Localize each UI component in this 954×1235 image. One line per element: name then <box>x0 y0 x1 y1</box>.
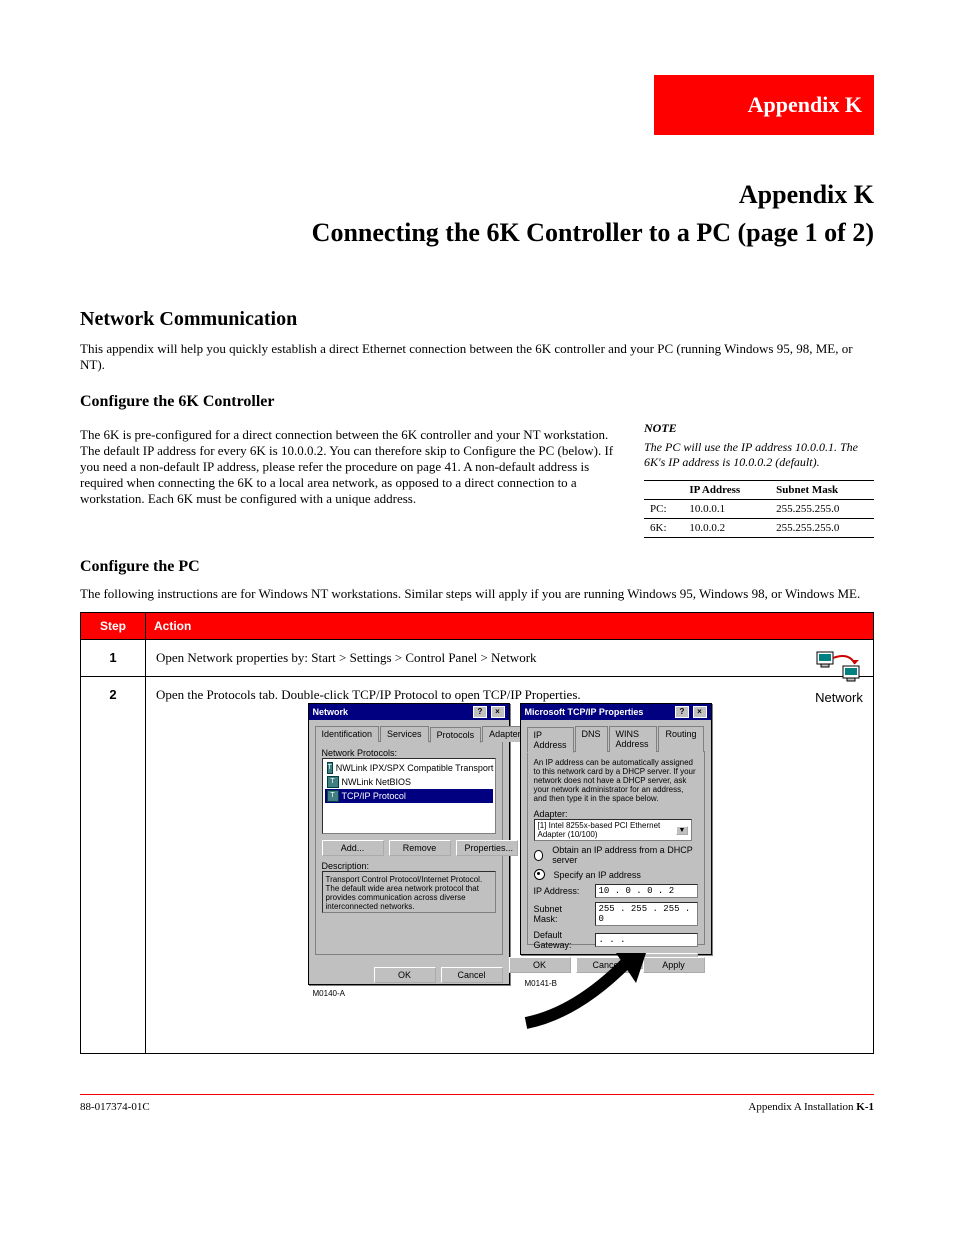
cancel-button[interactable]: Cancel <box>441 967 503 983</box>
tab-identification[interactable]: Identification <box>315 726 380 742</box>
configure-pc-body: The following instructions are for Windo… <box>80 586 874 602</box>
tcpip-dialog: Microsoft TCP/IP Properties ? × IP Addre… <box>520 703 712 955</box>
radio-dhcp-label: Obtain an IP address from a DHCP server <box>552 845 697 865</box>
addr-row-pc-label: PC: <box>644 500 683 519</box>
page-title: Connecting the 6K Controller to a PC (pa… <box>80 218 874 248</box>
step-2-num: 2 <box>81 677 146 1054</box>
help-icon[interactable]: ? <box>473 706 487 718</box>
addr-row-6k-ip: 10.0.0.2 <box>683 519 770 538</box>
apply-button[interactable]: Apply <box>643 957 705 973</box>
steps-col-step: Step <box>81 613 146 640</box>
properties-button[interactable]: Properties... <box>456 840 518 856</box>
subsection-configure-6k: Configure the 6K Controller <box>80 393 874 411</box>
protocols-listbox[interactable]: TNWLink IPX/SPX Compatible Transport TNW… <box>322 758 496 834</box>
steps-table: Step Action 1 Open Network properties by… <box>80 612 874 1054</box>
tab-protocols[interactable]: Protocols <box>430 727 482 743</box>
protocol-icon: T <box>327 790 339 802</box>
description-label: Description: <box>322 861 496 871</box>
addr-row-6k-mask: 255.255.255.0 <box>770 519 874 538</box>
adapter-value: [1] Intel 8255x-based PCI Ethernet Adapt… <box>538 821 677 839</box>
gateway-field[interactable]: . . . <box>595 933 698 947</box>
configure-6k-body: The 6K is pre-configured for a direct co… <box>80 427 614 507</box>
adapter-label: Adapter: <box>534 809 698 819</box>
list-item: TNWLink NetBIOS <box>325 775 493 789</box>
step-2-action: Open the Protocols tab. Double-click TCP… <box>156 687 581 702</box>
addr-row-6k-label: 6K: <box>644 519 683 538</box>
note-body: The PC will use the IP address 10.0.0.1.… <box>644 440 874 470</box>
footer-doc-id: 88-017374-01C <box>80 1101 150 1113</box>
remove-button[interactable]: Remove <box>389 840 451 856</box>
footer-page-number: K-1 <box>856 1101 874 1113</box>
page-footer: 88-017374-01C Appendix A Installation K-… <box>80 1094 874 1113</box>
address-table: IP Address Subnet Mask PC: 10.0.0.1 255.… <box>644 480 874 538</box>
ok-button[interactable]: OK <box>374 967 436 983</box>
step-1-num: 1 <box>81 640 146 677</box>
intro-paragraph: This appendix will help you quickly esta… <box>80 341 874 373</box>
list-item: TNWLink IPX/SPX Compatible Transport <box>325 761 493 775</box>
tab-routing[interactable]: Routing <box>658 726 703 752</box>
close-icon[interactable]: × <box>491 706 505 718</box>
network-control-panel-icon[interactable]: Network <box>815 648 863 705</box>
close-icon[interactable]: × <box>693 706 707 718</box>
note-label: NOTE <box>644 421 874 436</box>
protocol-icon: T <box>327 762 333 774</box>
radio-specify-label: Specify an IP address <box>554 870 641 880</box>
addr-row-pc-mask: 255.255.255.0 <box>770 500 874 519</box>
description-body: Transport Control Protocol/Internet Prot… <box>322 871 496 913</box>
ip-address-field[interactable]: 10 . 0 . 0 . 2 <box>595 884 698 898</box>
list-item: TTCP/IP Protocol <box>325 789 493 803</box>
footer-section: Appendix A Installation <box>748 1101 856 1113</box>
chapter-heading: Appendix K <box>80 180 874 210</box>
appendix-banner: Appendix K <box>654 75 874 135</box>
section-network-comm: Network Communication <box>80 308 874 331</box>
tab-services[interactable]: Services <box>380 726 429 742</box>
tcpip-dialog-title: Microsoft TCP/IP Properties <box>525 707 644 717</box>
subnet-label: Subnet Mask: <box>534 904 589 924</box>
ip-address-label: IP Address: <box>534 886 589 896</box>
chevron-down-icon[interactable]: ▼ <box>676 826 687 835</box>
dialog-footer-id: M0140-A <box>309 989 509 1000</box>
tab-ip-address[interactable]: IP Address <box>527 727 574 753</box>
cancel-button[interactable]: Cancel <box>576 957 638 973</box>
addr-row-pc-ip: 10.0.0.1 <box>683 500 770 519</box>
addr-col-mask: Subnet Mask <box>770 481 874 500</box>
step-1-action: Open Network properties by: Start > Sett… <box>156 650 537 665</box>
network-protocols-label: Network Protocols: <box>322 748 496 758</box>
addr-col-ip: IP Address <box>683 481 770 500</box>
gateway-label: Default Gateway: <box>534 930 589 950</box>
protocol-icon: T <box>327 776 339 788</box>
ok-button[interactable]: OK <box>509 957 571 973</box>
help-icon[interactable]: ? <box>675 706 689 718</box>
radio-specify[interactable] <box>534 869 545 880</box>
steps-col-action: Action <box>146 613 874 640</box>
tab-dns[interactable]: DNS <box>575 726 608 752</box>
tcpip-help-text: An IP address can be automatically assig… <box>534 758 698 803</box>
add-button[interactable]: Add... <box>322 840 384 856</box>
subsection-configure-pc: Configure the PC <box>80 558 874 576</box>
subnet-field[interactable]: 255 . 255 . 255 . 0 <box>595 902 698 926</box>
dialog-footer-id: M0141-B <box>521 979 711 990</box>
network-dialog: Network ? × Identification Services Prot… <box>308 703 510 985</box>
adapter-dropdown[interactable]: [1] Intel 8255x-based PCI Ethernet Adapt… <box>534 819 692 841</box>
network-dialog-title: Network <box>313 707 349 717</box>
tab-wins[interactable]: WINS Address <box>609 726 658 752</box>
radio-dhcp[interactable] <box>534 850 544 861</box>
